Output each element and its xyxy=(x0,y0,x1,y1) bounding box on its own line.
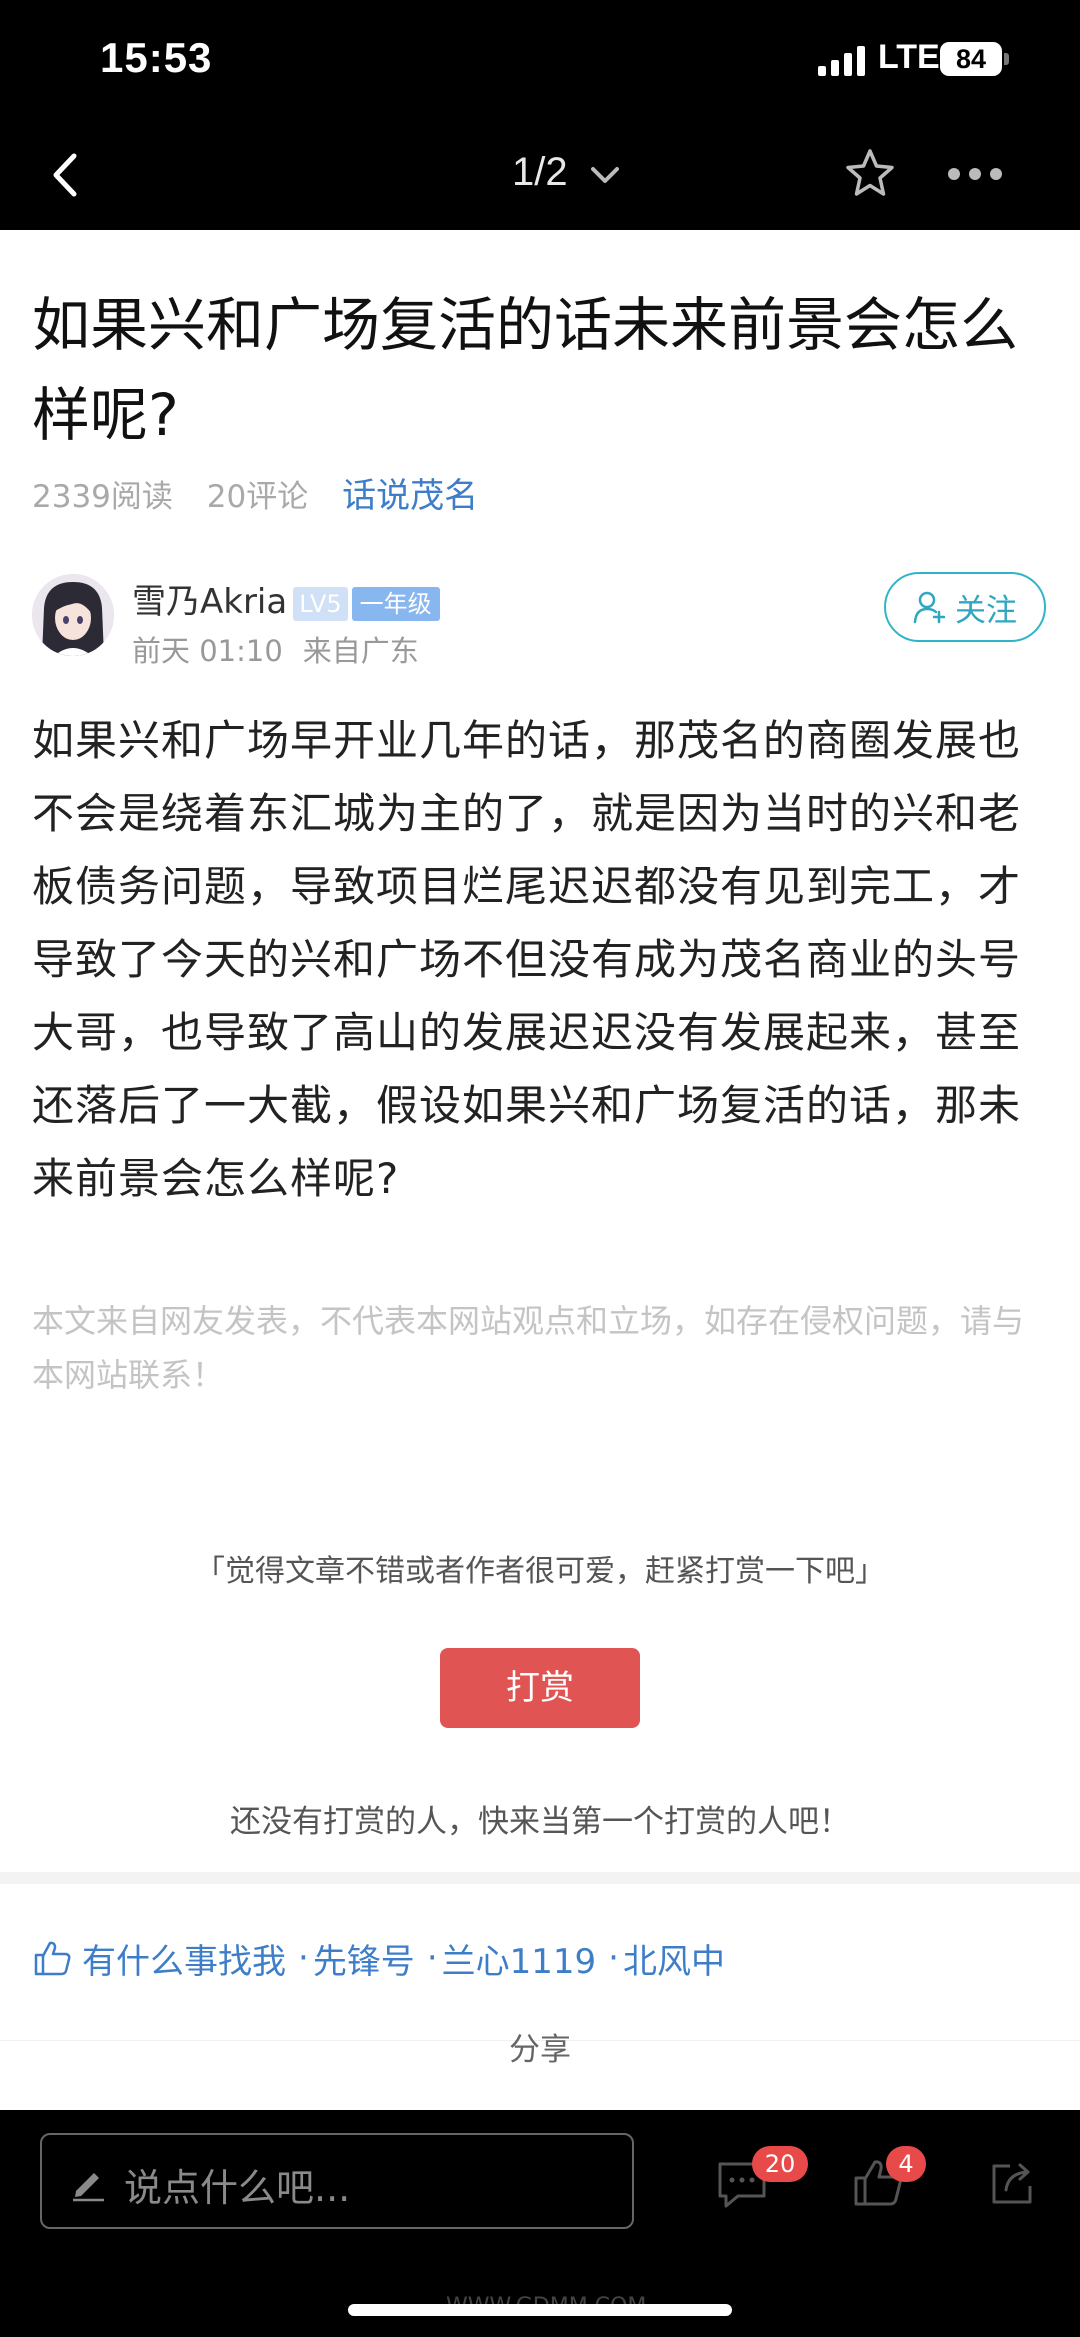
post-time: 前天 01:10 xyxy=(132,634,283,668)
battery-tip xyxy=(1004,53,1009,65)
more-icon[interactable] xyxy=(946,164,1004,184)
battery-level: 84 xyxy=(940,42,1002,76)
follow-label: 关注 xyxy=(955,592,1017,629)
status-time: 15:53 xyxy=(100,34,213,81)
share-label: 分享 xyxy=(509,2032,571,2068)
comment-input[interactable]: 说点什么吧... xyxy=(40,2133,634,2229)
page-indicator[interactable]: 1/2 xyxy=(512,150,568,195)
author-name[interactable]: 雪乃Akria xyxy=(132,582,287,622)
chevron-down-icon[interactable] xyxy=(588,162,622,188)
home-indicator[interactable] xyxy=(348,2304,732,2316)
reward-prompt: 「觉得文章不错或者作者很可爱，赶紧打赏一下吧」 xyxy=(195,1554,885,1589)
article-title: 如果兴和广场复活的话未来前景会怎么样呢? xyxy=(32,291,1019,449)
liker-name[interactable]: 有什么事找我 xyxy=(82,1934,286,1983)
comment-placeholder: 说点什么吧... xyxy=(124,2166,351,2210)
disclaimer: 本文来自网友发表，不代表本网站观点和立场，如存在侵权问题，请与本网站联系！ xyxy=(32,1302,1025,1394)
watermark: WWW.GDMM.COM xyxy=(446,2296,646,2336)
article-content: 如果兴和广场复活的话未来前景会怎么样呢? 2339阅读 20评论 话说茂名 雪乃… xyxy=(0,230,1080,2110)
article-body: 如果兴和广场早开业几年的话，那茂名的商圈发展也不会是绕着东汇城为主的了，就是因为… xyxy=(32,716,1022,1203)
share-icon[interactable] xyxy=(988,2156,1036,2208)
topic-link[interactable]: 话说茂名 xyxy=(342,476,478,516)
liker-separator: · xyxy=(426,1938,438,1978)
avatar[interactable] xyxy=(32,574,114,656)
star-icon[interactable] xyxy=(842,146,898,202)
likers-row: 有什么事找我 · 先锋号 · 兰心1119 · 北风中 xyxy=(32,1930,1052,1986)
liker-name[interactable]: 北风中 xyxy=(623,1934,725,1983)
reward-button[interactable]: 打赏 xyxy=(440,1648,640,1728)
liker-separator: · xyxy=(298,1938,309,1978)
section-divider xyxy=(0,1872,1080,1884)
comment-count-text: 20评论 xyxy=(206,479,309,515)
post-location: 来自广东 xyxy=(302,634,419,668)
post-info: 前天 01:10 来自广东 xyxy=(132,628,439,670)
signal-icon xyxy=(818,46,865,76)
level-badge: LV5 xyxy=(293,586,348,621)
follow-button[interactable]: 关注 xyxy=(884,572,1046,642)
back-icon[interactable] xyxy=(42,148,92,202)
like-count-badge: 4 xyxy=(886,2146,926,2182)
author-row: 雪乃Akria LV5 一年级 前天 01:10 来自广东 关注 xyxy=(32,570,1052,700)
liker-name[interactable]: 兰心1119 xyxy=(442,1934,597,1983)
bottom-bar: 说点什么吧... 20 4 WWW.GDMM.COM xyxy=(0,2110,1080,2337)
comment-count-badge: 20 xyxy=(752,2146,808,2182)
author-name-line: 雪乃Akria LV5 一年级 xyxy=(132,574,440,623)
thumbs-up-icon xyxy=(34,1941,71,1976)
read-count: 2339阅读 xyxy=(32,479,173,515)
article-meta: 2339阅读 20评论 话说茂名 xyxy=(32,468,502,517)
status-bar: 15:53 LTE 84 xyxy=(0,0,1080,120)
pencil-icon xyxy=(73,2173,104,2202)
network-type: LTE xyxy=(878,38,940,76)
add-user-icon xyxy=(913,591,946,624)
nav-bar: 1/2 xyxy=(0,120,1080,230)
liker-name[interactable]: 先锋号 xyxy=(313,1934,415,1983)
reward-empty-text: 还没有打赏的人，快来当第一个打赏的人吧！ xyxy=(230,1804,850,1840)
grade-badge: 一年级 xyxy=(351,586,440,621)
liker-separator: · xyxy=(608,1938,619,1978)
